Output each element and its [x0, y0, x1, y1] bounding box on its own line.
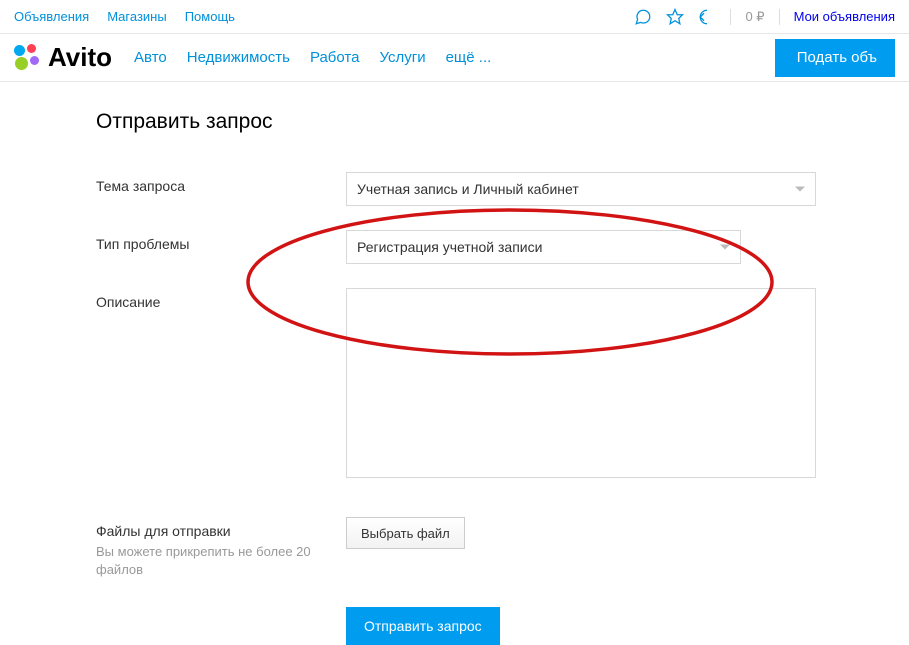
messages-icon[interactable]	[634, 8, 652, 26]
problem-control: Регистрация учетной записи	[346, 230, 816, 264]
topbar-link-help[interactable]: Помощь	[185, 9, 235, 24]
topbar-separator	[779, 9, 780, 25]
nav-realty[interactable]: Недвижимость	[187, 49, 290, 66]
main-content: Отправить запрос Тема запроса Учетная за…	[0, 82, 909, 645]
topic-control: Учетная запись и Личный кабинет	[346, 172, 816, 206]
problem-label: Тип проблемы	[96, 230, 346, 252]
row-files: Файлы для отправки Вы можете прикрепить …	[96, 517, 909, 579]
row-description: Описание	[96, 288, 909, 481]
topbar-separator	[730, 9, 731, 25]
nav-more[interactable]: ещё ...	[446, 49, 492, 66]
nav-jobs[interactable]: Работа	[310, 49, 360, 66]
topic-label: Тема запроса	[96, 172, 346, 194]
my-ads-link[interactable]: Мои объявления	[794, 9, 895, 24]
files-label-block: Файлы для отправки Вы можете прикрепить …	[96, 517, 346, 579]
logo-icon	[14, 44, 42, 72]
row-problem: Тип проблемы Регистрация учетной записи	[96, 230, 909, 264]
row-submit: Отправить запрос	[96, 607, 909, 645]
topbar-left-links: Объявления Магазины Помощь	[14, 9, 235, 24]
problem-select-value: Регистрация учетной записи	[357, 239, 542, 255]
submit-spacer	[96, 607, 346, 613]
description-control	[346, 288, 816, 481]
topbar-link-ads[interactable]: Объявления	[14, 9, 89, 24]
wallet-balance[interactable]: 0 ₽	[745, 9, 764, 25]
topic-select[interactable]: Учетная запись и Личный кабинет	[346, 172, 816, 206]
topbar-right: 0 ₽ Мои объявления	[634, 8, 895, 26]
notifications-icon[interactable]	[698, 8, 716, 26]
submit-control: Отправить запрос	[346, 607, 816, 645]
files-label: Файлы для отправки	[96, 523, 231, 539]
main-nav: Авто Недвижимость Работа Услуги ещё ...	[134, 49, 491, 66]
description-label: Описание	[96, 288, 346, 310]
topbar-link-shops[interactable]: Магазины	[107, 9, 167, 24]
logo[interactable]: Avito	[14, 42, 112, 73]
row-topic: Тема запроса Учетная запись и Личный каб…	[96, 172, 909, 206]
choose-file-button[interactable]: Выбрать файл	[346, 517, 465, 549]
post-ad-button[interactable]: Подать объ	[775, 39, 895, 77]
favorites-icon[interactable]	[666, 8, 684, 26]
files-hint: Вы можете прикрепить не более 20 файлов	[96, 543, 346, 579]
logo-text: Avito	[48, 42, 112, 73]
nav-services[interactable]: Услуги	[379, 49, 425, 66]
topbar: Объявления Магазины Помощь 0 ₽ Мои объяв…	[0, 0, 909, 34]
files-control: Выбрать файл	[346, 517, 816, 549]
topic-select-value: Учетная запись и Личный кабинет	[357, 181, 579, 197]
nav-auto[interactable]: Авто	[134, 49, 167, 66]
problem-select[interactable]: Регистрация учетной записи	[346, 230, 741, 264]
header: Avito Авто Недвижимость Работа Услуги ещ…	[0, 34, 909, 82]
submit-button[interactable]: Отправить запрос	[346, 607, 500, 645]
description-textarea[interactable]	[346, 288, 816, 478]
page-title: Отправить запрос	[96, 110, 909, 134]
